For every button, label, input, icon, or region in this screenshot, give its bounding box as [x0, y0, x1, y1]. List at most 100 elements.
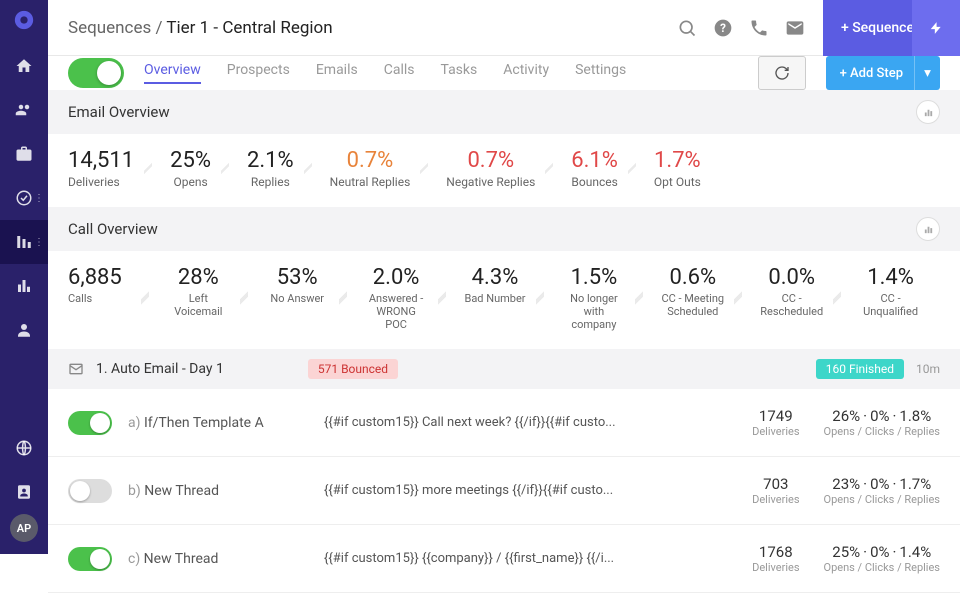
stat[interactable]: 4.3%Bad Number: [446, 265, 545, 331]
stat-label: Left Voicemail: [167, 292, 230, 318]
stat[interactable]: 2.1%Replies: [229, 148, 312, 189]
metric-deliveries: 1768: [752, 543, 799, 561]
stat-value: 0.6%: [661, 265, 724, 290]
stat-label: No Answer: [266, 292, 329, 305]
stat[interactable]: 6.1% Bounces: [553, 148, 636, 189]
stat[interactable]: 53%No Answer: [248, 265, 347, 331]
stat-value: 6.1%: [571, 148, 618, 173]
variant-toggle[interactable]: [68, 411, 112, 435]
nav-tasks[interactable]: ⋮: [0, 176, 48, 220]
stat[interactable]: 6,885 Calls: [68, 265, 149, 331]
phone-icon[interactable]: [741, 10, 777, 46]
email-overview-title: Email Overview: [68, 103, 170, 121]
step-header: 1. Auto Email - Day 1 571 Bounced 160 Fi…: [48, 349, 960, 389]
stat[interactable]: 0.0%CC - Rescheduled: [742, 265, 841, 331]
stat-value: 2.0%: [365, 265, 428, 290]
variant-name[interactable]: a) If/Then Template A: [128, 415, 308, 431]
mail-icon[interactable]: [777, 10, 813, 46]
subbar: Overview Prospects Emails Calls Tasks Activit…: [48, 56, 960, 90]
stat-label: Calls: [68, 292, 131, 305]
variant-preview: {{#if custom15}} Call next week? {{/if}}…: [324, 415, 736, 430]
metric-ocr: 26%·0%·1.8%: [824, 407, 941, 425]
variant-toggle[interactable]: [68, 479, 112, 503]
stat-label: CC - Rescheduled: [760, 292, 823, 318]
stat-value: 0.0%: [760, 265, 823, 290]
help-icon[interactable]: ?: [705, 10, 741, 46]
chart-icon[interactable]: [916, 100, 940, 124]
variant-name[interactable]: b) New Thread: [128, 483, 308, 499]
envelope-icon: [68, 361, 84, 377]
tabs: Overview Prospects Emails Calls Tasks Activit…: [144, 62, 626, 84]
tab-calls[interactable]: Calls: [384, 62, 415, 84]
tab-emails[interactable]: Emails: [316, 62, 358, 84]
finished-badge: 160 Finished: [816, 359, 904, 379]
breadcrumb-parent[interactable]: Sequences: [68, 18, 151, 38]
step-title[interactable]: 1. Auto Email - Day 1: [96, 361, 224, 377]
stat-value: 1.4%: [859, 265, 922, 290]
add-step-button[interactable]: + Add Step: [826, 56, 917, 90]
stat[interactable]: 14,511 Deliveries: [68, 148, 152, 189]
stat-value: 6,885: [68, 265, 131, 290]
step-time: 10m: [916, 362, 940, 376]
nav-contacts[interactable]: [0, 470, 48, 514]
stat-label: Opt Outs: [654, 175, 701, 189]
stat-value: 1.5%: [562, 265, 625, 290]
stat-label: Bad Number: [464, 292, 527, 305]
add-step-dropdown[interactable]: ▾: [914, 56, 940, 90]
variants-list: a) If/Then Template A {{#if custom15}} Ca…: [48, 389, 960, 593]
stat[interactable]: 0.7%Negative Replies: [428, 148, 553, 189]
metric-ocr: 25%·0%·1.4%: [824, 543, 941, 561]
stat-label: Bounces: [571, 175, 618, 189]
stat-value: 14,511: [68, 148, 134, 173]
nav-people[interactable]: [0, 88, 48, 132]
tab-prospects[interactable]: Prospects: [227, 62, 290, 84]
call-overview-header: Call Overview: [48, 207, 960, 251]
tab-settings[interactable]: Settings: [575, 62, 626, 84]
search-icon[interactable]: [669, 10, 705, 46]
stat-label: Deliveries: [68, 175, 134, 189]
stat-label: Neutral Replies: [330, 175, 411, 189]
stat-label: Negative Replies: [446, 175, 535, 189]
tab-overview[interactable]: Overview: [144, 62, 201, 84]
nav-sequences[interactable]: ⋮: [0, 220, 48, 264]
email-stats-row: 14,511Deliveries25%Opens2.1%Replies0.7%N…: [48, 134, 960, 207]
stat[interactable]: 1.4%CC - Unqualified: [841, 265, 940, 331]
variant-preview: {{#if custom15}} {{company}} / {{first_n…: [324, 551, 736, 566]
topbar: Sequences / Tier 1 - Central Region ? + …: [48, 0, 960, 56]
nav-accounts[interactable]: [0, 132, 48, 176]
variant-toggle[interactable]: [68, 547, 112, 571]
sidebar: ⋮ ⋮ AP: [0, 0, 48, 554]
stat-label: Answered - WRONG POC: [365, 292, 428, 331]
main-content: Sequences / Tier 1 - Central Region ? + …: [48, 0, 960, 554]
stat[interactable]: 2.0%Answered - WRONG POC: [347, 265, 446, 331]
sequence-active-toggle[interactable]: [68, 58, 124, 88]
metric-ocr: 23%·0%·1.7%: [824, 475, 941, 493]
variant-preview: {{#if custom15}} more meetings {{/if}}{{…: [324, 483, 736, 498]
nav-profile[interactable]: [0, 308, 48, 352]
metric-deliveries: 1749: [752, 407, 799, 425]
bolt-icon[interactable]: [912, 0, 960, 56]
stat[interactable]: 0.6%CC - Meeting Scheduled: [643, 265, 742, 331]
breadcrumb[interactable]: Sequences / Tier 1 - Central Region: [68, 18, 333, 38]
stat-value: 28%: [167, 265, 230, 290]
nav-home[interactable]: [0, 44, 48, 88]
email-overview-header: Email Overview: [48, 90, 960, 134]
stat[interactable]: 0.7%Neutral Replies: [312, 148, 429, 189]
svg-text:?: ?: [720, 21, 726, 35]
refresh-button[interactable]: [758, 56, 806, 90]
nav-reports[interactable]: [0, 264, 48, 308]
stat[interactable]: 1.5%No longer with company: [544, 265, 643, 331]
chart-icon[interactable]: [916, 217, 940, 241]
stat[interactable]: 1.7%Opt Outs: [636, 148, 719, 189]
stat[interactable]: 28%Left Voicemail: [149, 265, 248, 331]
variant-name[interactable]: c) New Thread: [128, 551, 308, 567]
stat-label: CC - Unqualified: [859, 292, 922, 318]
nav-globe[interactable]: [0, 426, 48, 470]
stat-label: No longer with company: [562, 292, 625, 331]
variant-row: a) If/Then Template A {{#if custom15}} Ca…: [48, 389, 960, 457]
stat[interactable]: 25%Opens: [152, 148, 229, 189]
tab-activity[interactable]: Activity: [503, 62, 549, 84]
stat-value: 2.1%: [247, 148, 294, 173]
user-avatar[interactable]: AP: [10, 514, 38, 542]
tab-tasks[interactable]: Tasks: [440, 62, 477, 84]
